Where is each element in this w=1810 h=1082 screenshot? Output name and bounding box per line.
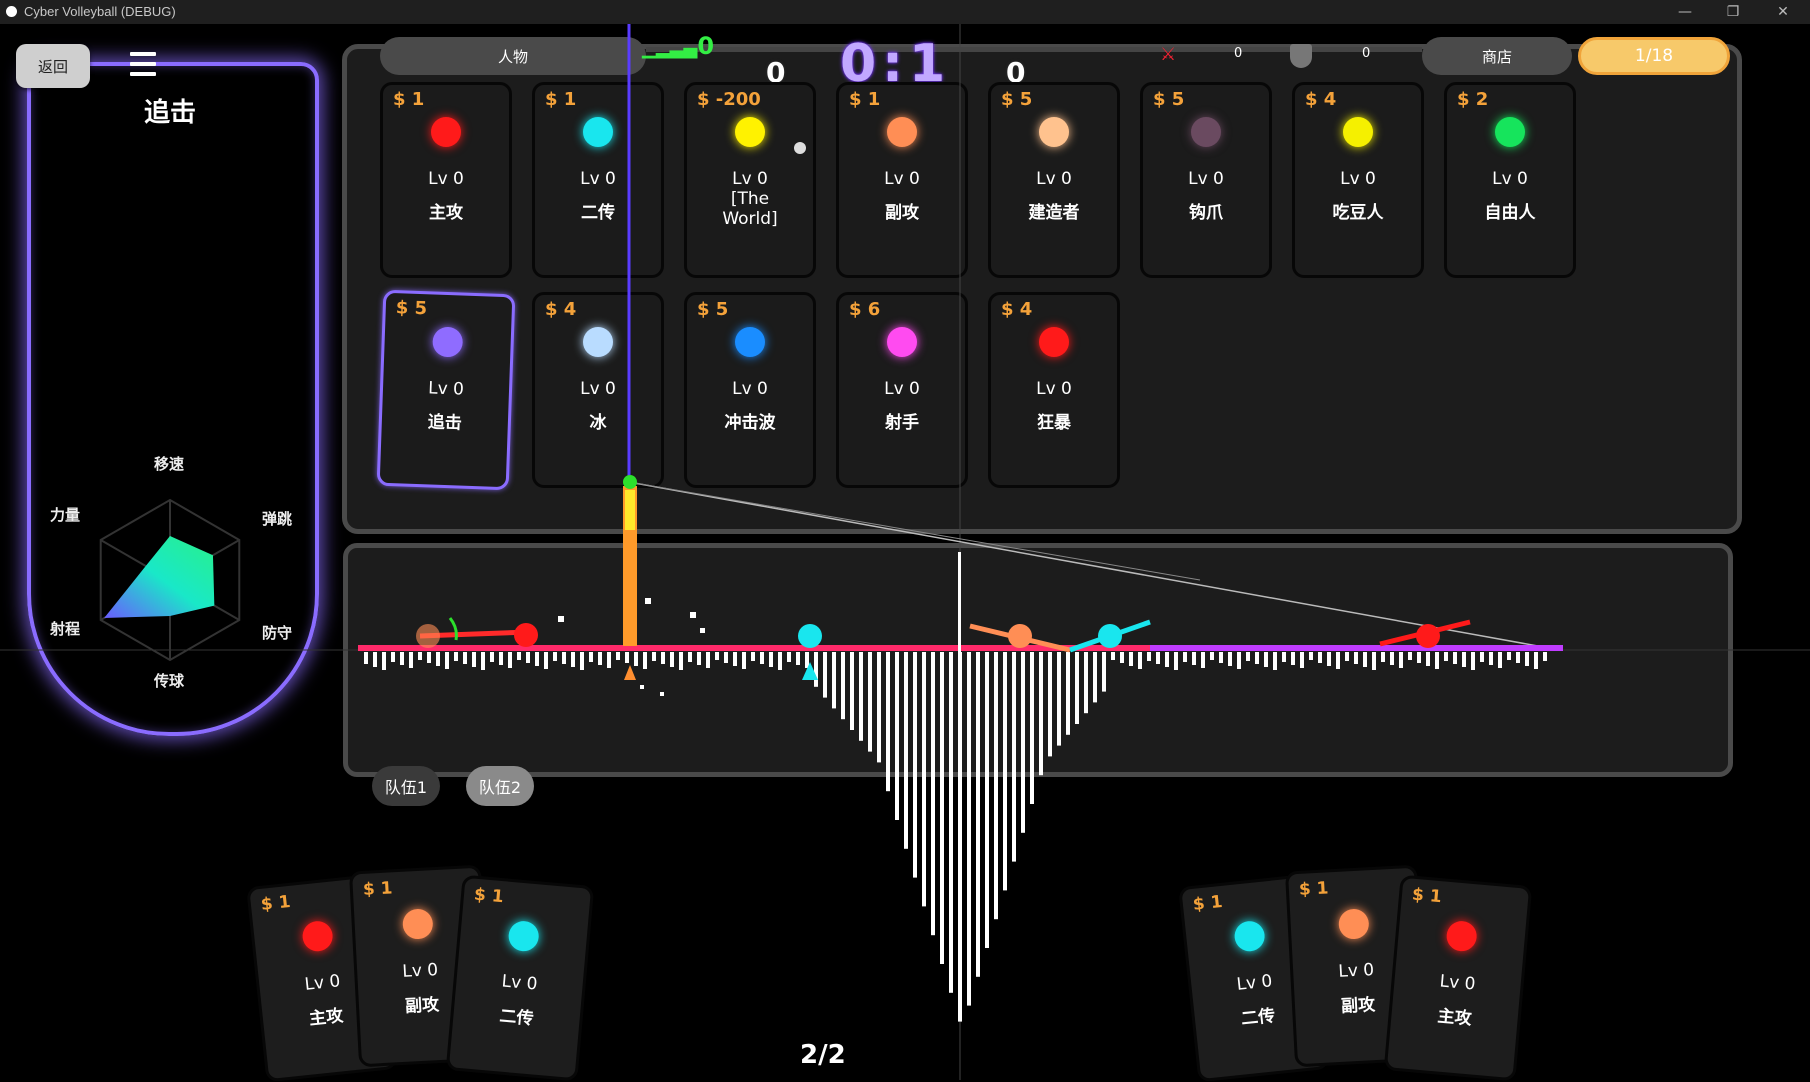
volleyball	[794, 142, 806, 154]
character-ball-icon	[301, 919, 335, 953]
card-price: $ 1	[362, 878, 393, 900]
character-ball-icon	[1445, 919, 1478, 953]
card-name: 二传	[498, 1006, 535, 1030]
card-level: Lv 0	[500, 971, 539, 995]
card-price: $ 1	[259, 891, 292, 915]
player-attacker-2	[1416, 624, 1440, 648]
player-setter-2	[1098, 624, 1122, 648]
card-price: $ 1	[473, 884, 505, 908]
character-ball-icon	[1233, 919, 1267, 953]
player-setter	[798, 624, 822, 648]
card-price: $ 1	[1191, 891, 1224, 915]
character-ball-icon	[402, 908, 434, 940]
team1-button[interactable]: 队伍1	[372, 766, 440, 806]
card-price: $ 1	[1411, 884, 1443, 908]
card-level: Lv 0	[1438, 971, 1477, 995]
hand-card[interactable]: $ 1 Lv 0 二传	[445, 874, 595, 1082]
player-red	[514, 623, 538, 647]
page-count: 2/2	[800, 1040, 846, 1070]
card-price: $ 1	[1298, 878, 1329, 900]
character-ball-icon	[507, 919, 540, 953]
character-ball-icon	[1338, 908, 1370, 940]
player-middle	[1008, 624, 1032, 648]
hand-card[interactable]: $ 1 Lv 0 主攻	[1383, 874, 1533, 1082]
team2-button[interactable]: 队伍2	[466, 766, 534, 806]
player-blue-team-attacker	[416, 624, 440, 648]
card-name: 主攻	[1436, 1006, 1473, 1030]
